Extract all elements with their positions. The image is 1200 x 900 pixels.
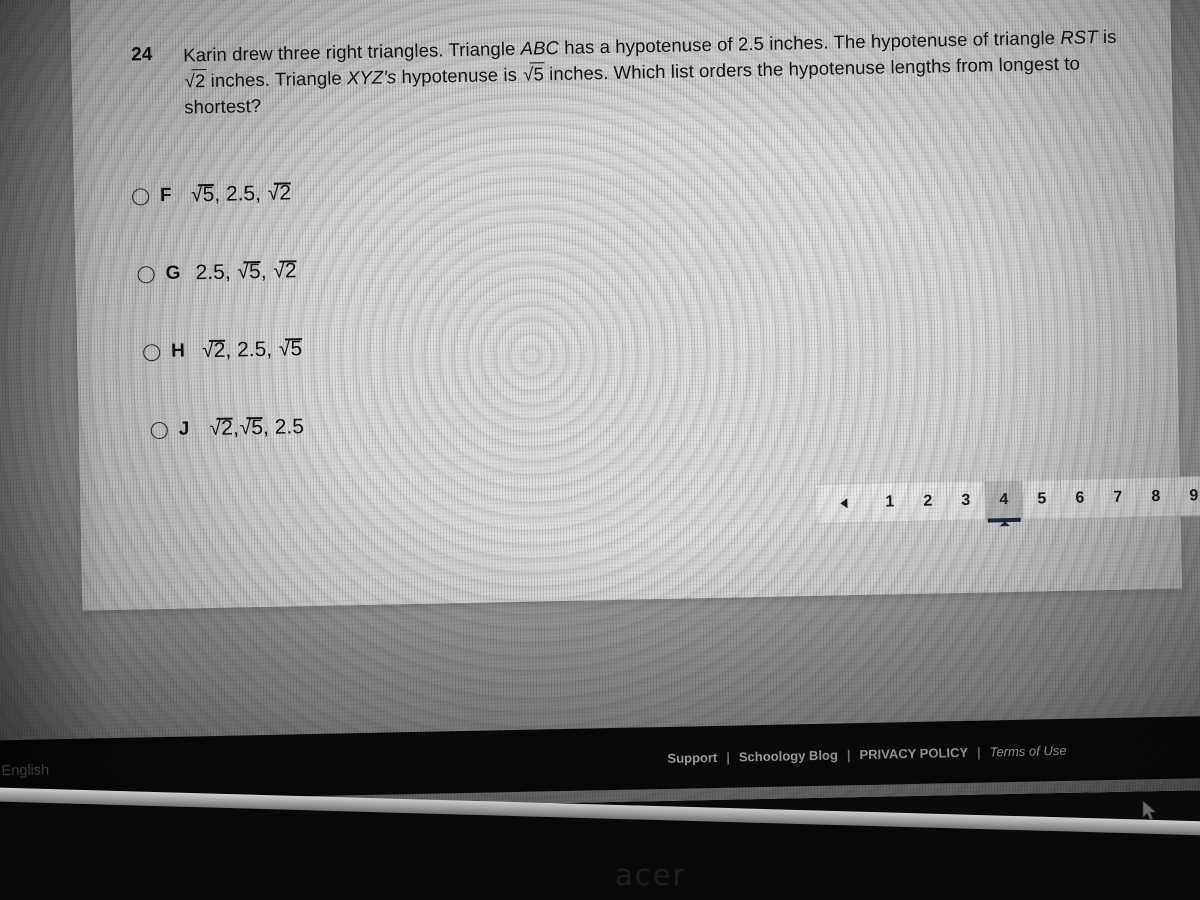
pagination-page-2[interactable]: 2 <box>908 481 948 523</box>
option-text-j: √2 ,√5, 2.5 <box>209 415 305 441</box>
option-h[interactable]: H √2, 2.5, √5 <box>143 332 303 369</box>
triangle-abc-label: ABC <box>520 36 560 59</box>
radio-circle-g[interactable] <box>137 265 155 283</box>
pagination-page-1[interactable]: 1 <box>870 482 910 523</box>
radio-circle-h[interactable] <box>143 343 161 361</box>
pagination-page-8[interactable]: 8 <box>1136 476 1176 518</box>
footer-link-schoology-blog[interactable]: Schoology Blog <box>739 747 838 764</box>
option-g[interactable]: G 2.5, √5, √2 <box>137 254 297 291</box>
footer-links: Support | Schoology Blog | PRIVACY POLIC… <box>667 742 1066 765</box>
footer-link-terms-of-use[interactable]: Terms of Use <box>990 742 1067 759</box>
pagination-page-9[interactable]: 9 <box>1174 475 1200 517</box>
triangle-xyz-label: XYZ's <box>346 66 397 89</box>
option-letter-h: H <box>170 340 186 362</box>
question-line2-part1: of triangle <box>972 26 1061 50</box>
photo-of-monitor: 24 Karin drew three right triangles. Tri… <box>0 0 1200 900</box>
pagination-page-5[interactable]: 5 <box>1022 478 1062 520</box>
pagination-page-4-active[interactable]: 4 <box>984 479 1024 527</box>
pagination-page-4-label: 4 <box>999 491 1009 509</box>
monitor-brand-logo: acer <box>615 858 687 892</box>
pagination: 1 2 3 4 5 6 7 8 9 10 Next <box>814 472 1200 527</box>
option-j[interactable]: J √2 ,√5, 2.5 <box>150 410 304 447</box>
monitor-screen: 24 Karin drew three right triangles. Tri… <box>0 0 1200 815</box>
option-letter-j: J <box>178 418 190 440</box>
pagination-prev-button[interactable] <box>814 482 872 524</box>
question-text: Karin drew three right triangles. Triang… <box>183 23 1142 120</box>
question-line1-part2: has a hypotenuse of 2.5 inches. The hypo… <box>558 28 968 58</box>
question-number: 24 <box>131 44 153 66</box>
pagination-page-7[interactable]: 7 <box>1098 477 1138 519</box>
option-f[interactable]: F √5, 2.5, √2 <box>131 176 292 213</box>
footer-separator-3: | <box>976 744 981 760</box>
pagination-page-3[interactable]: 3 <box>946 480 986 522</box>
question-card: 24 Karin drew three right triangles. Tri… <box>69 0 1200 611</box>
radio-circle-j[interactable] <box>150 421 168 439</box>
footer-separator-1: | <box>726 749 731 765</box>
option-text-g: 2.5, √5, √2 <box>195 259 297 285</box>
active-page-caret-icon <box>999 521 1010 527</box>
triangle-rst-label: RST <box>1060 26 1098 48</box>
answer-options: F √5, 2.5, √2 G 2.5, √5, √2 H √2, 2.5, √… <box>74 159 1174 440</box>
radio-circle-f[interactable] <box>131 187 150 206</box>
footer-link-support[interactable]: Support <box>667 749 717 765</box>
triangle-left-icon <box>839 498 847 509</box>
footer-link-privacy-policy[interactable]: PRIVACY POLICY <box>859 744 968 761</box>
question-line2-part3: hypotenuse is √5 inches. Which list orde… <box>396 58 784 88</box>
option-letter-f: F <box>159 184 172 206</box>
pagination-page-6[interactable]: 6 <box>1060 478 1100 519</box>
footer-separator-2: | <box>846 746 851 762</box>
option-text-h: √2, 2.5, √5 <box>201 337 303 363</box>
option-letter-g: G <box>165 262 181 284</box>
option-text-f: √5, 2.5, √2 <box>190 181 292 207</box>
language-selector[interactable]: English <box>1 762 49 779</box>
question-line1-part1: Karin drew three right triangles. Triang… <box>183 37 521 66</box>
question-block: 24 Karin drew three right triangles. Tri… <box>131 23 1142 121</box>
